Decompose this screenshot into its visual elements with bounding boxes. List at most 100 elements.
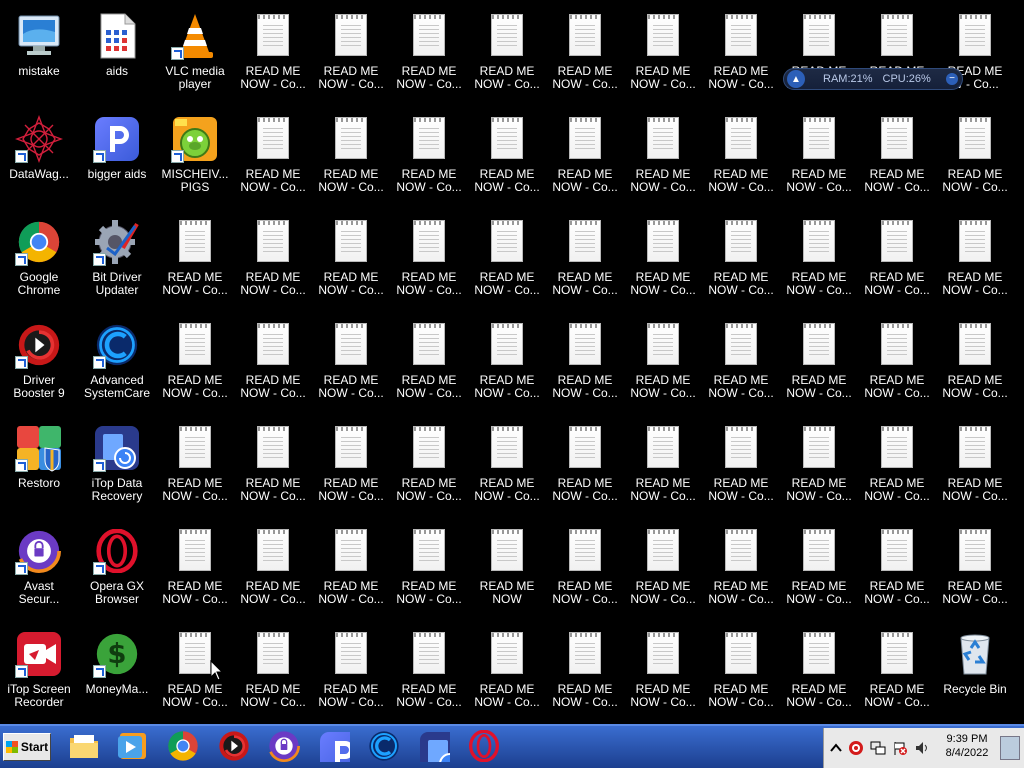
readme-file[interactable]: READ ME NOW - Co... <box>780 107 858 207</box>
readme-file[interactable]: READ ME NOW - Co... <box>234 107 312 207</box>
desktop-item[interactable]: $ MoneyMa... <box>78 622 156 722</box>
readme-file[interactable]: READ ME NOW - Co... <box>624 416 702 516</box>
chevron-up-icon[interactable] <box>828 740 844 756</box>
clock[interactable]: 9:39 PM 8/4/2022 <box>940 732 994 760</box>
readme-file[interactable]: READ ME NOW - Co... <box>234 313 312 413</box>
start-button[interactable]: Start <box>3 733 51 761</box>
action-center-flag-icon[interactable] <box>892 740 908 756</box>
readme-file[interactable]: READ ME NOW - Co... <box>546 4 624 104</box>
readme-file[interactable]: READ ME NOW - Co... <box>702 416 780 516</box>
readme-file[interactable]: READ ME NOW - Co... <box>702 107 780 207</box>
readme-file[interactable]: READ ME NOW - Co... <box>390 107 468 207</box>
volume-icon[interactable] <box>914 740 930 756</box>
taskbar-avast-button[interactable] <box>264 729 304 766</box>
readme-file[interactable]: READ ME NOW - Co... <box>234 416 312 516</box>
readme-file[interactable]: READ ME NOW - Co... <box>468 210 546 310</box>
readme-file[interactable]: READ ME NOW - Co... <box>702 622 780 722</box>
readme-file[interactable]: READ ME NOW - Co... <box>702 210 780 310</box>
readme-file[interactable]: READ ME NOW - Co... <box>312 210 390 310</box>
network-icon[interactable] <box>870 740 886 756</box>
desktop-item[interactable]: Opera GX Browser <box>78 519 156 619</box>
readme-file[interactable]: READ ME NOW - Co... <box>780 210 858 310</box>
readme-file[interactable]: READ ME NOW - Co... <box>312 4 390 104</box>
readme-file[interactable]: READ ME NOW - Co... <box>156 416 234 516</box>
desktop-item[interactable]: VLC media player <box>156 4 234 104</box>
readme-file[interactable]: READ ME NOW - Co... <box>156 210 234 310</box>
readme-file[interactable]: READ ME NOW - Co... <box>234 519 312 619</box>
readme-file[interactable]: READ ME NOW - Co... <box>390 313 468 413</box>
taskbar-explorer-button[interactable] <box>64 730 104 766</box>
readme-file[interactable]: READ ME NOW - Co... <box>312 416 390 516</box>
desktop-item[interactable]: Driver Booster 9 <box>0 313 78 413</box>
readme-file[interactable]: READ ME NOW - Co... <box>624 210 702 310</box>
readme-file[interactable]: READ ME NOW - Co... <box>858 107 936 207</box>
desktop-item[interactable]: aids <box>78 4 156 104</box>
desktop-item[interactable]: bigger aids <box>78 107 156 207</box>
readme-file[interactable]: READ ME NOW - Co... <box>390 519 468 619</box>
readme-file[interactable]: READ ME NOW - Co... <box>858 313 936 413</box>
readme-file[interactable]: READ ME NOW - Co... <box>546 313 624 413</box>
readme-file[interactable]: READ ME NOW - Co... <box>312 313 390 413</box>
readme-file[interactable]: READ ME NOW - Co... <box>468 416 546 516</box>
readme-file[interactable]: READ ME NOW <box>468 519 546 619</box>
recycle-bin[interactable]: Recycle Bin <box>936 622 1014 722</box>
readme-file[interactable]: READ ME NOW - Co... <box>234 4 312 104</box>
desktop-item[interactable]: Google Chrome <box>0 210 78 310</box>
readme-file[interactable]: READ ME NOW - Co... <box>936 519 1014 619</box>
desktop-item[interactable]: Bit Driver Updater <box>78 210 156 310</box>
readme-file[interactable]: READ ME NOW - Co... <box>546 107 624 207</box>
readme-file[interactable]: READ ME NOW - Co... <box>546 416 624 516</box>
taskbar-driver-booster-button[interactable] <box>214 730 254 766</box>
readme-file[interactable]: READ ME NOW - Co... <box>624 622 702 722</box>
taskbar-chrome-button[interactable] <box>163 730 203 766</box>
readme-file[interactable]: READ ME NOW - Co... <box>624 4 702 104</box>
readme-file[interactable]: READ ME NOW - Co... <box>390 210 468 310</box>
system-monitor-widget[interactable]: ▲ RAM:21% CPU:26% − <box>783 68 963 90</box>
readme-file[interactable]: READ ME NOW - Co... <box>858 416 936 516</box>
readme-file[interactable]: READ ME NOW - Co... <box>468 4 546 104</box>
readme-file[interactable]: READ ME NOW - Co... <box>390 4 468 104</box>
rocket-icon[interactable]: ▲ <box>787 70 805 88</box>
readme-file[interactable]: READ ME NOW - Co... <box>780 519 858 619</box>
readme-file[interactable]: READ ME NOW - Co... <box>546 210 624 310</box>
taskbar-advanced-systemcare-button[interactable] <box>364 730 404 766</box>
readme-file[interactable]: READ ME NOW - Co... <box>858 210 936 310</box>
readme-file[interactable]: READ ME NOW - Co... <box>312 107 390 207</box>
desktop-item[interactable]: DataWag... <box>0 107 78 207</box>
readme-file[interactable]: READ ME NOW - Co... <box>780 622 858 722</box>
readme-file[interactable]: READ ME NOW - Co... <box>468 313 546 413</box>
desktop-item[interactable]: mistake <box>0 4 78 104</box>
readme-file[interactable]: READ ME NOW - Co... <box>624 313 702 413</box>
readme-file[interactable]: READ ME NOW - Co... <box>390 622 468 722</box>
readme-file[interactable]: READ ME NOW - Co... <box>312 519 390 619</box>
readme-file[interactable]: READ ME NOW - Co... <box>936 210 1014 310</box>
readme-file[interactable]: READ ME NOW - Co... <box>780 313 858 413</box>
readme-file[interactable]: READ ME NOW - Co... <box>936 107 1014 207</box>
readme-file[interactable]: READ ME NOW - Co... <box>546 622 624 722</box>
desktop-item[interactable]: Avast Secur... <box>0 519 78 619</box>
readme-file[interactable]: READ ME NOW - Co... <box>780 416 858 516</box>
taskbar-opera-button[interactable] <box>464 729 504 766</box>
taskbar-p-app-button[interactable] <box>314 730 364 768</box>
taskbar-itop-data-button[interactable] <box>414 730 464 768</box>
readme-file[interactable]: READ ME NOW - Co... <box>468 622 546 722</box>
readme-file[interactable]: READ ME NOW - Co... <box>702 313 780 413</box>
readme-file[interactable]: READ ME NOW - Co... <box>156 313 234 413</box>
driver-booster-tray-icon[interactable] <box>848 740 864 756</box>
readme-file[interactable]: READ ME NOW - Co... <box>702 4 780 104</box>
taskbar-media-player-button[interactable] <box>112 730 152 766</box>
readme-file[interactable]: READ ME NOW - Co... <box>234 622 312 722</box>
desktop-item[interactable]: MISCHEIV... PIGS <box>156 107 234 207</box>
desktop-item[interactable]: iTop Data Recovery <box>78 416 156 516</box>
readme-file[interactable]: READ ME NOW - Co... <box>312 622 390 722</box>
readme-file[interactable]: READ ME NOW - Co... <box>546 519 624 619</box>
readme-file[interactable]: READ ME NOW - Co... <box>936 416 1014 516</box>
desktop-item[interactable]: iTop Screen Recorder <box>0 622 78 722</box>
readme-file[interactable]: READ ME NOW - Co... <box>858 622 936 722</box>
readme-file[interactable]: READ ME NOW - Co... <box>936 313 1014 413</box>
widget-close-icon[interactable]: − <box>946 73 958 85</box>
readme-file[interactable]: READ ME NOW - Co... <box>702 519 780 619</box>
readme-file[interactable]: READ ME NOW - Co... <box>624 519 702 619</box>
readme-file[interactable]: READ ME NOW - Co... <box>234 210 312 310</box>
readme-file[interactable]: READ ME NOW - Co... <box>624 107 702 207</box>
